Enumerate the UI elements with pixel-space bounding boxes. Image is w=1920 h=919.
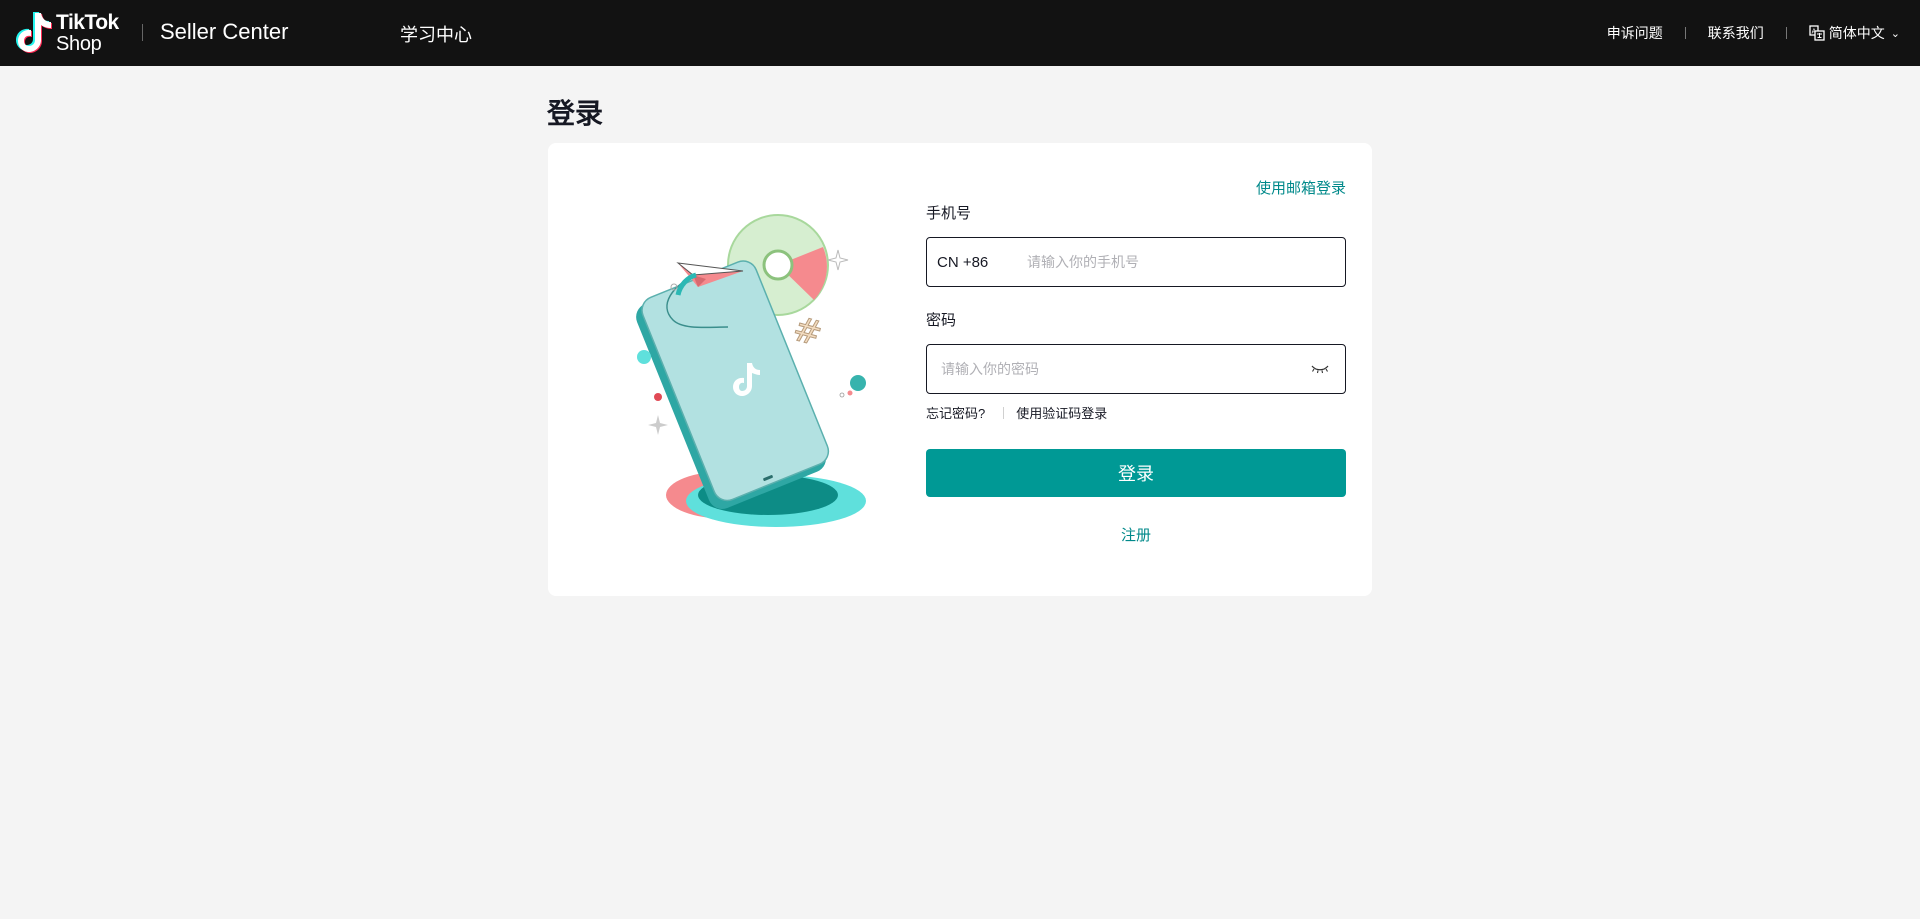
brand-title[interactable]: Seller Center	[160, 19, 288, 45]
register-link[interactable]: 注册	[926, 524, 1346, 545]
login-button[interactable]: 登录	[926, 449, 1346, 497]
phone-illustration: #	[636, 214, 866, 527]
password-input[interactable]	[941, 345, 1311, 393]
nav-learning-center[interactable]: 学习中心	[400, 21, 472, 47]
eye-closed-icon[interactable]	[1311, 364, 1329, 374]
password-label: 密码	[926, 312, 957, 329]
brand-divider	[142, 24, 143, 41]
phone-input[interactable]	[1027, 238, 1345, 286]
language-label: 简体中文	[1828, 25, 1885, 41]
contact-link[interactable]: 联系我们	[1708, 23, 1764, 43]
country-code-selector[interactable]: CN +86	[937, 254, 1027, 271]
page-title: 登录	[547, 98, 604, 129]
nav-divider	[1785, 27, 1787, 39]
chevron-down-icon: ⌄	[1890, 27, 1900, 40]
language-selector[interactable]: A 简体中文 ⌄	[1809, 23, 1900, 43]
nav-divider	[1684, 27, 1686, 39]
appeal-link[interactable]: 申诉问题	[1607, 23, 1663, 43]
tiktok-logo-icon	[16, 12, 52, 53]
forgot-password-link[interactable]: 忘记密码?	[926, 403, 985, 422]
email-login-link[interactable]: 使用邮箱登录	[1256, 177, 1346, 198]
login-options: 忘记密码? 使用验证码登录	[926, 403, 1107, 422]
logo-wordmark: TikTok Shop	[56, 12, 119, 54]
logo-line2: Shop	[56, 33, 102, 55]
password-field[interactable]	[926, 344, 1346, 394]
translate-icon: A	[1809, 25, 1825, 41]
options-divider	[1003, 406, 1005, 419]
phone-label: 手机号	[926, 205, 972, 222]
code-login-link[interactable]: 使用验证码登录	[1016, 403, 1107, 422]
phone-field[interactable]: CN +86	[926, 237, 1346, 287]
login-card: # 使用邮箱登录 手机号 CN +86 密码 忘记密码?	[548, 143, 1372, 596]
top-nav-bar: TikTok Shop Seller Center 学习中心 申诉问题 联系我们…	[0, 0, 1920, 66]
tiktok-shop-logo[interactable]: TikTok Shop	[16, 11, 128, 55]
svg-text:#: #	[789, 309, 827, 355]
logo-line1: TikTok	[56, 11, 119, 34]
header-right-nav: 申诉问题 联系我们 A 简体中文 ⌄	[1607, 0, 1900, 66]
